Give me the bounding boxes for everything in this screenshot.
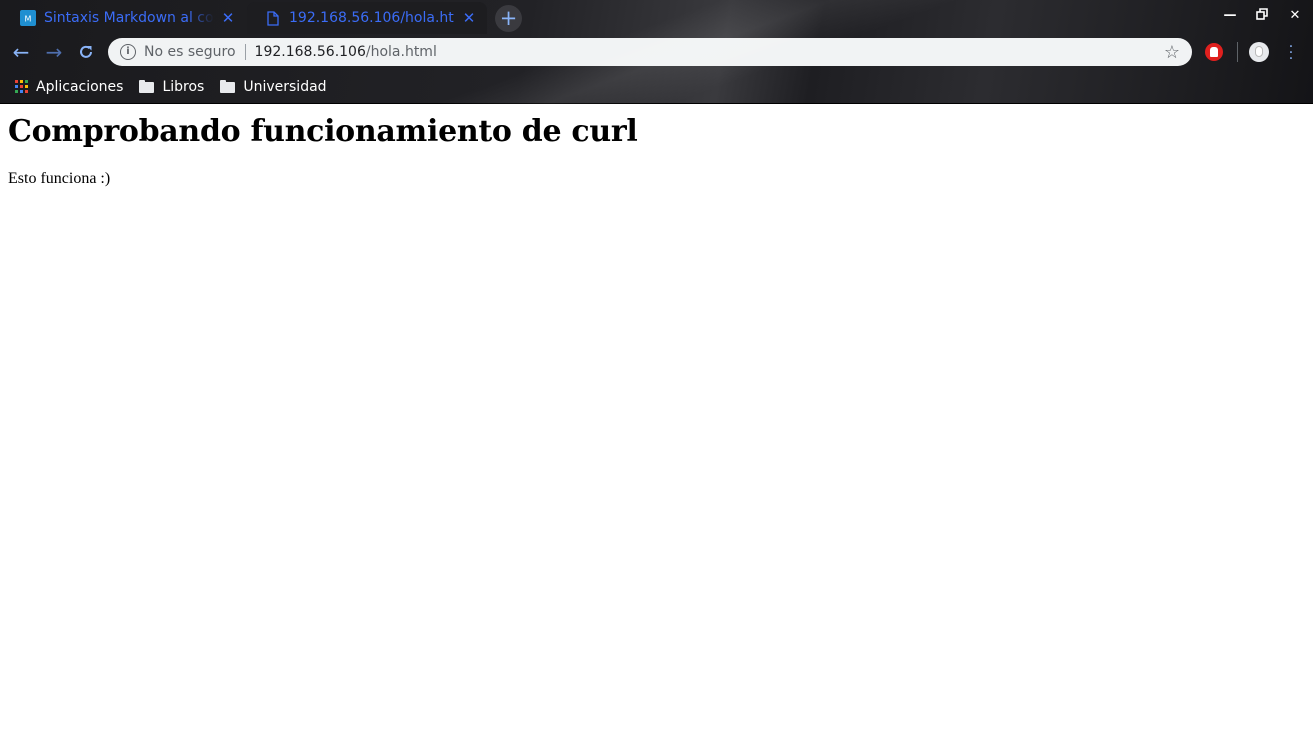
folder-icon bbox=[139, 80, 155, 93]
bookmark-star-icon[interactable]: ☆ bbox=[1164, 42, 1180, 63]
document-icon bbox=[265, 10, 281, 26]
address-bar[interactable]: i No es seguro 192.168.56.106 /hola.html… bbox=[108, 38, 1192, 66]
page-paragraph: Esto funciona :) bbox=[8, 170, 111, 187]
divider bbox=[244, 44, 246, 60]
bookmark-aplicaciones[interactable]: Aplicaciones bbox=[15, 79, 123, 95]
security-status[interactable]: No es seguro bbox=[144, 44, 236, 60]
bookmark-label: Universidad bbox=[243, 78, 327, 95]
tab-title: Sintaxis Markdown al com bbox=[44, 10, 214, 26]
bookmark-label: Aplicaciones bbox=[36, 78, 124, 95]
reload-icon[interactable] bbox=[74, 40, 98, 64]
new-tab-button[interactable]: + bbox=[495, 5, 522, 32]
forward-arrow-icon[interactable]: → bbox=[42, 40, 66, 64]
info-icon[interactable]: i bbox=[120, 44, 136, 60]
tab-strip: M Sintaxis Markdown al com ✕ 192.168.56.… bbox=[0, 0, 1313, 34]
bookmark-label: Libros bbox=[162, 78, 205, 95]
browser-chrome: M Sintaxis Markdown al com ✕ 192.168.56.… bbox=[0, 0, 1313, 104]
bookmark-libros[interactable]: Libros bbox=[139, 79, 204, 95]
bookmark-universidad[interactable]: Universidad bbox=[220, 78, 327, 95]
apps-grid-icon bbox=[15, 80, 28, 93]
back-arrow-icon[interactable]: ← bbox=[9, 40, 33, 64]
tab-sintaxis-markdown[interactable]: M Sintaxis Markdown al com ✕ bbox=[2, 2, 246, 34]
page-heading: Comprobando funcionamiento de curl bbox=[8, 114, 638, 149]
close-icon[interactable]: ✕ bbox=[461, 9, 477, 27]
svg-text:M: M bbox=[25, 15, 32, 24]
bookmarks-bar: Aplicaciones Libros Universidad bbox=[0, 70, 1313, 103]
tab-title: 192.168.56.106/hola.html bbox=[289, 10, 455, 26]
url-path[interactable]: /hola.html bbox=[366, 44, 437, 60]
page-content: Comprobando funcionamiento de curl Esto … bbox=[0, 104, 1313, 741]
close-window-icon[interactable]: ✕ bbox=[1284, 8, 1306, 23]
navigation-toolbar: ← → i No es seguro 192.168.56.106 /hola.… bbox=[0, 34, 1313, 70]
close-icon[interactable]: ✕ bbox=[220, 9, 236, 27]
kebab-menu-icon[interactable]: · · · bbox=[1286, 40, 1296, 66]
extension-icon[interactable] bbox=[1205, 43, 1223, 61]
markdown-favicon-icon: M bbox=[20, 10, 36, 26]
toolbar-divider bbox=[1237, 42, 1238, 62]
restore-icon[interactable] bbox=[1251, 8, 1273, 24]
minimize-icon[interactable]: — bbox=[1219, 8, 1241, 23]
folder-icon bbox=[220, 80, 236, 93]
tab-hola-html[interactable]: 192.168.56.106/hola.html ✕ bbox=[247, 2, 487, 34]
profile-avatar[interactable] bbox=[1249, 42, 1269, 62]
url-host[interactable]: 192.168.56.106 bbox=[255, 44, 366, 60]
